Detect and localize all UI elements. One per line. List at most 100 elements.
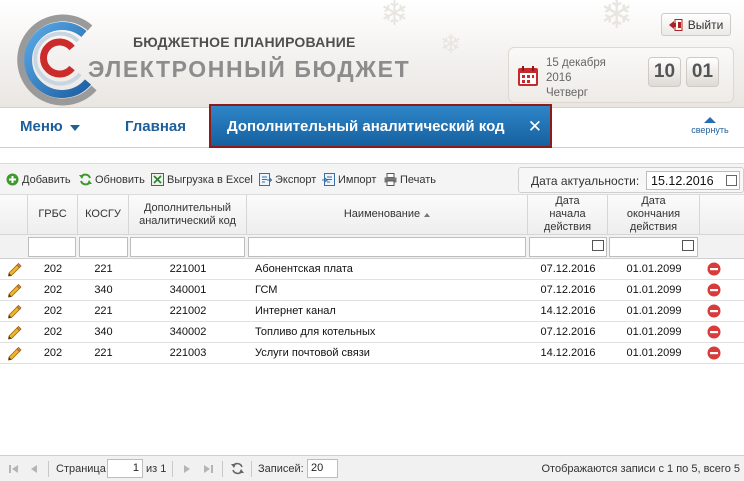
filter-kosgu-input[interactable] bbox=[79, 237, 128, 257]
cell-kosgu: 340 bbox=[94, 326, 113, 338]
export-button[interactable]: Экспорт bbox=[259, 173, 316, 186]
collapse-button[interactable]: свернуть bbox=[686, 117, 734, 135]
filter-name-input[interactable] bbox=[248, 237, 526, 257]
cell-name: Услуги почтовой связи bbox=[255, 347, 370, 359]
records-summary: Отображаются записи с 1 по 5, всего 5 bbox=[541, 463, 741, 475]
current-date: 15 декабря 2016 Четверг bbox=[546, 56, 606, 101]
cell-code: 221003 bbox=[169, 347, 207, 359]
add-icon bbox=[6, 173, 19, 186]
home-link[interactable]: Главная bbox=[125, 118, 186, 135]
add-button[interactable]: Добавить bbox=[6, 173, 71, 186]
cell-grbs: 202 bbox=[43, 347, 63, 359]
cell-kosgu: 221 bbox=[94, 305, 113, 317]
cell-start: 07.12.2016 bbox=[540, 326, 596, 338]
clock-minutes: 01 bbox=[686, 57, 719, 87]
edit-pencil-icon[interactable] bbox=[7, 262, 22, 277]
delete-icon[interactable] bbox=[707, 346, 721, 360]
tab-label: Дополнительный аналитический код bbox=[227, 117, 505, 135]
cell-kosgu: 221 bbox=[94, 347, 113, 359]
logout-button[interactable]: Выйти bbox=[661, 13, 731, 36]
cell-end: 01.01.2099 bbox=[626, 347, 682, 359]
column-header-grbs[interactable]: ГРБС bbox=[28, 195, 78, 235]
calendar-picker-icon[interactable] bbox=[726, 175, 737, 186]
as-of-date-label: Дата актуальности: bbox=[531, 174, 640, 188]
page-number-input[interactable]: 1 bbox=[107, 459, 143, 478]
clock-hours: 10 bbox=[648, 57, 681, 87]
cell-kosgu: 221 bbox=[94, 263, 113, 275]
refresh-label: Обновить bbox=[95, 173, 145, 186]
import-button[interactable]: Импорт bbox=[322, 173, 376, 186]
print-button[interactable]: Печать bbox=[384, 173, 436, 186]
refresh-icon bbox=[79, 173, 92, 186]
brand-subtitle: БЮДЖЕТНОЕ ПЛАНИРОВАНИЕ bbox=[133, 34, 356, 50]
filter-code-input[interactable] bbox=[130, 237, 245, 257]
cell-grbs: 202 bbox=[43, 305, 63, 317]
excel-export-button[interactable]: Выгрузка в Excel bbox=[151, 173, 253, 186]
delete-icon[interactable] bbox=[707, 304, 721, 318]
edit-pencil-icon[interactable] bbox=[7, 325, 22, 340]
delete-icon[interactable] bbox=[707, 283, 721, 297]
page-label: Страница bbox=[56, 463, 106, 475]
edit-pencil-icon[interactable] bbox=[7, 304, 22, 319]
cell-start: 07.12.2016 bbox=[540, 263, 596, 275]
table-row[interactable]: 202 221 221002 Интернет канал 14.12.2016 01.0… bbox=[0, 301, 744, 322]
snowflake-decoration: ❄ bbox=[440, 30, 462, 60]
export-label: Экспорт bbox=[275, 173, 317, 186]
edit-pencil-icon[interactable] bbox=[7, 346, 22, 361]
delete-icon[interactable] bbox=[707, 262, 721, 276]
main-nav: Меню Главная Дополнительный аналитически… bbox=[0, 104, 744, 148]
table-row[interactable]: 202 221 221003 Услуги почтовой связи 14.12.2… bbox=[0, 343, 744, 364]
cell-code: 340001 bbox=[169, 284, 207, 296]
logout-icon bbox=[668, 18, 683, 31]
page-total-label: из 1 bbox=[146, 463, 167, 475]
next-page-icon[interactable] bbox=[182, 464, 192, 474]
menu-dropdown[interactable]: Меню bbox=[20, 118, 80, 135]
print-label: Печать bbox=[400, 173, 437, 186]
column-header-name[interactable]: Наименование bbox=[247, 195, 528, 235]
column-header-end-date[interactable]: Дата окончания действия bbox=[608, 195, 700, 235]
cell-start: 14.12.2016 bbox=[540, 305, 596, 317]
export-icon bbox=[259, 173, 272, 186]
cell-name: Абонентская плата bbox=[255, 263, 353, 275]
filter-row bbox=[0, 235, 744, 259]
table-row[interactable]: 202 221 221001 Абонентская плата 07.12.2016 0… bbox=[0, 259, 744, 280]
calendar-picker-icon[interactable] bbox=[592, 240, 604, 251]
last-page-icon[interactable] bbox=[203, 464, 213, 474]
column-header-kosgu[interactable]: КОСГУ bbox=[78, 195, 129, 235]
cell-end: 01.01.2099 bbox=[626, 263, 682, 275]
pager-separator bbox=[251, 461, 252, 477]
calendar-picker-icon[interactable] bbox=[682, 240, 694, 251]
sort-ascending-icon bbox=[424, 212, 431, 217]
calendar-icon bbox=[518, 66, 538, 86]
filter-grbs-input[interactable] bbox=[28, 237, 76, 257]
cell-code: 221001 bbox=[169, 263, 207, 275]
tab-additional-analytic-code[interactable]: Дополнительный аналитический код ✕ bbox=[209, 104, 552, 148]
records-per-page-input[interactable]: 20 bbox=[307, 459, 338, 478]
cell-code: 340002 bbox=[169, 326, 207, 338]
cell-start: 07.12.2016 bbox=[540, 284, 596, 296]
cell-grbs: 202 bbox=[43, 284, 63, 296]
grid-rows: 202 221 221001 Абонентская плата 07.12.2016 0… bbox=[0, 259, 744, 364]
excel-export-label: Выгрузка в Excel bbox=[167, 173, 253, 186]
refresh-button[interactable]: Обновить bbox=[79, 173, 145, 186]
date-time-panel: 15 декабря 2016 Четверг 10 01 bbox=[508, 47, 734, 103]
table-row[interactable]: 202 340 340002 Топливо для котельных 07.12.2… bbox=[0, 322, 744, 343]
refresh-icon[interactable] bbox=[231, 462, 244, 475]
edit-pencil-icon[interactable] bbox=[7, 283, 22, 298]
pager: Страница 1 из 1 Записей: 20 Отображаются… bbox=[0, 455, 744, 481]
cell-end: 01.01.2099 bbox=[626, 326, 682, 338]
first-page-icon[interactable] bbox=[9, 464, 19, 474]
column-header-start-date[interactable]: Дата начала действия bbox=[528, 195, 608, 235]
table-row[interactable]: 202 340 340001 ГСМ 07.12.2016 01.01.2099 bbox=[0, 280, 744, 301]
prev-page-icon[interactable] bbox=[29, 464, 39, 474]
header-edit-column bbox=[0, 195, 28, 235]
pager-separator bbox=[48, 461, 49, 477]
logout-label: Выйти bbox=[687, 17, 724, 32]
date-day-month: 15 декабря bbox=[546, 57, 606, 69]
delete-icon[interactable] bbox=[707, 325, 721, 339]
cell-kosgu: 340 bbox=[94, 284, 113, 296]
close-icon[interactable]: ✕ bbox=[528, 117, 542, 137]
cell-code: 221002 bbox=[169, 305, 207, 317]
cell-end: 01.01.2099 bbox=[626, 284, 682, 296]
column-header-code[interactable]: Дополнительный аналитический код bbox=[129, 195, 247, 235]
